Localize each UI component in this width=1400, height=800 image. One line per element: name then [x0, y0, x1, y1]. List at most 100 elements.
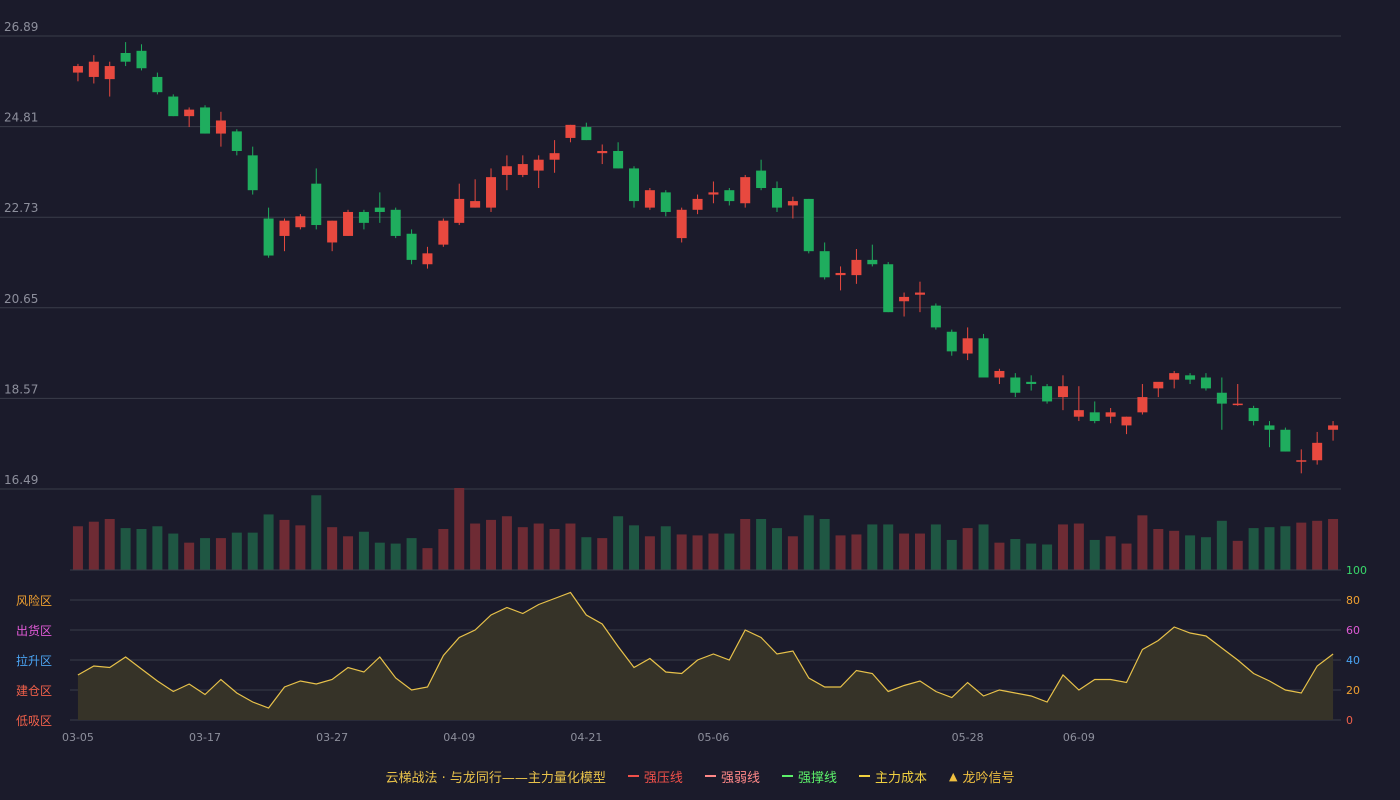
candle-body	[597, 150, 608, 154]
volume-bar	[295, 525, 306, 570]
volume-bar	[740, 518, 751, 570]
candle-body	[1026, 381, 1037, 385]
zone-label: 风险区	[16, 593, 52, 608]
candle-body	[1232, 403, 1243, 406]
volume-bar	[1057, 524, 1068, 570]
candle-body	[787, 201, 798, 206]
volume-bar	[597, 538, 608, 570]
volume-bar	[1185, 535, 1196, 570]
candle-body	[1105, 412, 1116, 417]
candle-body	[660, 192, 671, 212]
volume-bar	[1216, 520, 1227, 570]
volume-bar	[263, 514, 274, 570]
volume-bar	[994, 542, 1005, 570]
x-tick-label: 04-21	[570, 731, 602, 744]
volume-bar	[454, 488, 465, 570]
candle-body	[629, 168, 640, 202]
legend-item-strong-resistance[interactable]: 强压线	[627, 767, 683, 786]
volume-bar	[1169, 530, 1180, 570]
candle-body	[1073, 410, 1084, 417]
volume-bar	[914, 533, 925, 570]
candle-body	[247, 155, 258, 191]
candle-body	[549, 153, 560, 160]
legend-item-strong-support[interactable]: 强撑线	[781, 767, 837, 786]
volume-bar	[533, 523, 544, 570]
volume-bar	[724, 533, 735, 570]
zone-label: 低吸区	[16, 714, 52, 728]
candle-body	[422, 253, 433, 265]
volume-bar	[867, 524, 878, 570]
candle-body	[327, 220, 338, 243]
candle-body	[390, 209, 401, 236]
candle-body	[851, 259, 862, 276]
legend-item-main-cost[interactable]: 主力成本	[858, 767, 927, 786]
legend-swatch-main-cost	[858, 775, 870, 777]
candle-body	[676, 209, 687, 239]
volume-bar	[613, 516, 624, 570]
volume-bar	[565, 523, 576, 570]
volume-bar	[72, 526, 83, 570]
volume-bar	[1328, 518, 1339, 570]
volume-bar	[390, 543, 401, 570]
candle-body	[994, 370, 1005, 378]
zone-label: 出货区	[16, 623, 52, 638]
volume-bar	[1264, 527, 1275, 570]
volume-bar	[660, 526, 671, 570]
volume-bar	[851, 534, 862, 570]
candle-body	[168, 96, 179, 117]
candle-body	[930, 305, 941, 328]
candle-body	[501, 166, 512, 175]
price-tick-label: 20.65	[4, 292, 38, 306]
legend-item-dragon-signal[interactable]: ▲ 龙吟信号	[949, 767, 1014, 786]
volume-bar	[756, 518, 767, 570]
volume-bar	[1121, 543, 1132, 570]
candle-body	[136, 50, 147, 69]
legend-item-strength-line[interactable]: 强弱线	[704, 767, 760, 786]
candle-body	[454, 198, 465, 223]
candle-body	[438, 220, 449, 245]
candle-body	[1057, 386, 1068, 398]
candle-body	[1185, 375, 1196, 380]
candle-body	[1153, 381, 1164, 389]
candle-body	[867, 259, 878, 265]
volume-bar	[1200, 537, 1211, 570]
candle-body	[1200, 377, 1211, 389]
candle-body	[72, 66, 83, 73]
candle-body	[406, 233, 417, 260]
x-tick-label: 03-27	[316, 731, 348, 744]
volume-bar	[517, 527, 528, 570]
candle-body	[295, 216, 306, 228]
volume-bar	[978, 524, 989, 570]
candle-body	[946, 331, 957, 352]
candle-body	[978, 338, 989, 378]
indicator-tick-label: 40	[1346, 654, 1360, 667]
volume-bar	[168, 533, 179, 570]
price-tick-label: 22.73	[4, 201, 38, 215]
candle-body	[565, 124, 576, 138]
zone-label: 建仓区	[16, 684, 52, 698]
candle-body	[88, 61, 99, 77]
candle-body	[914, 292, 925, 295]
volume-bar	[1280, 526, 1291, 570]
candle-body	[581, 127, 592, 141]
chart-legend: 云梯战法 · 与龙同行——主力量化模型 强压线 强弱线 强撑线 主力成本 ▲ 龙…	[0, 764, 1400, 788]
candle-body	[708, 192, 719, 195]
volume-bar	[501, 516, 512, 570]
volume-bar	[1153, 529, 1164, 570]
x-tick-label: 03-17	[189, 731, 221, 744]
volume-bar	[374, 542, 385, 570]
candle-body	[835, 272, 846, 276]
volume-bar	[676, 534, 687, 570]
volume-bar	[231, 532, 242, 570]
candle-body	[104, 66, 115, 80]
volume-bar	[962, 528, 973, 570]
x-tick-label: 03-05	[62, 731, 94, 744]
volume-bar	[644, 536, 655, 570]
volume-bar	[899, 533, 910, 570]
price-tick-label: 24.81	[4, 111, 38, 125]
volume-bar	[771, 528, 782, 570]
volume-bar	[88, 521, 99, 570]
volume-bar	[1010, 539, 1021, 570]
candle-body	[1089, 412, 1100, 422]
candle-body	[899, 296, 910, 302]
